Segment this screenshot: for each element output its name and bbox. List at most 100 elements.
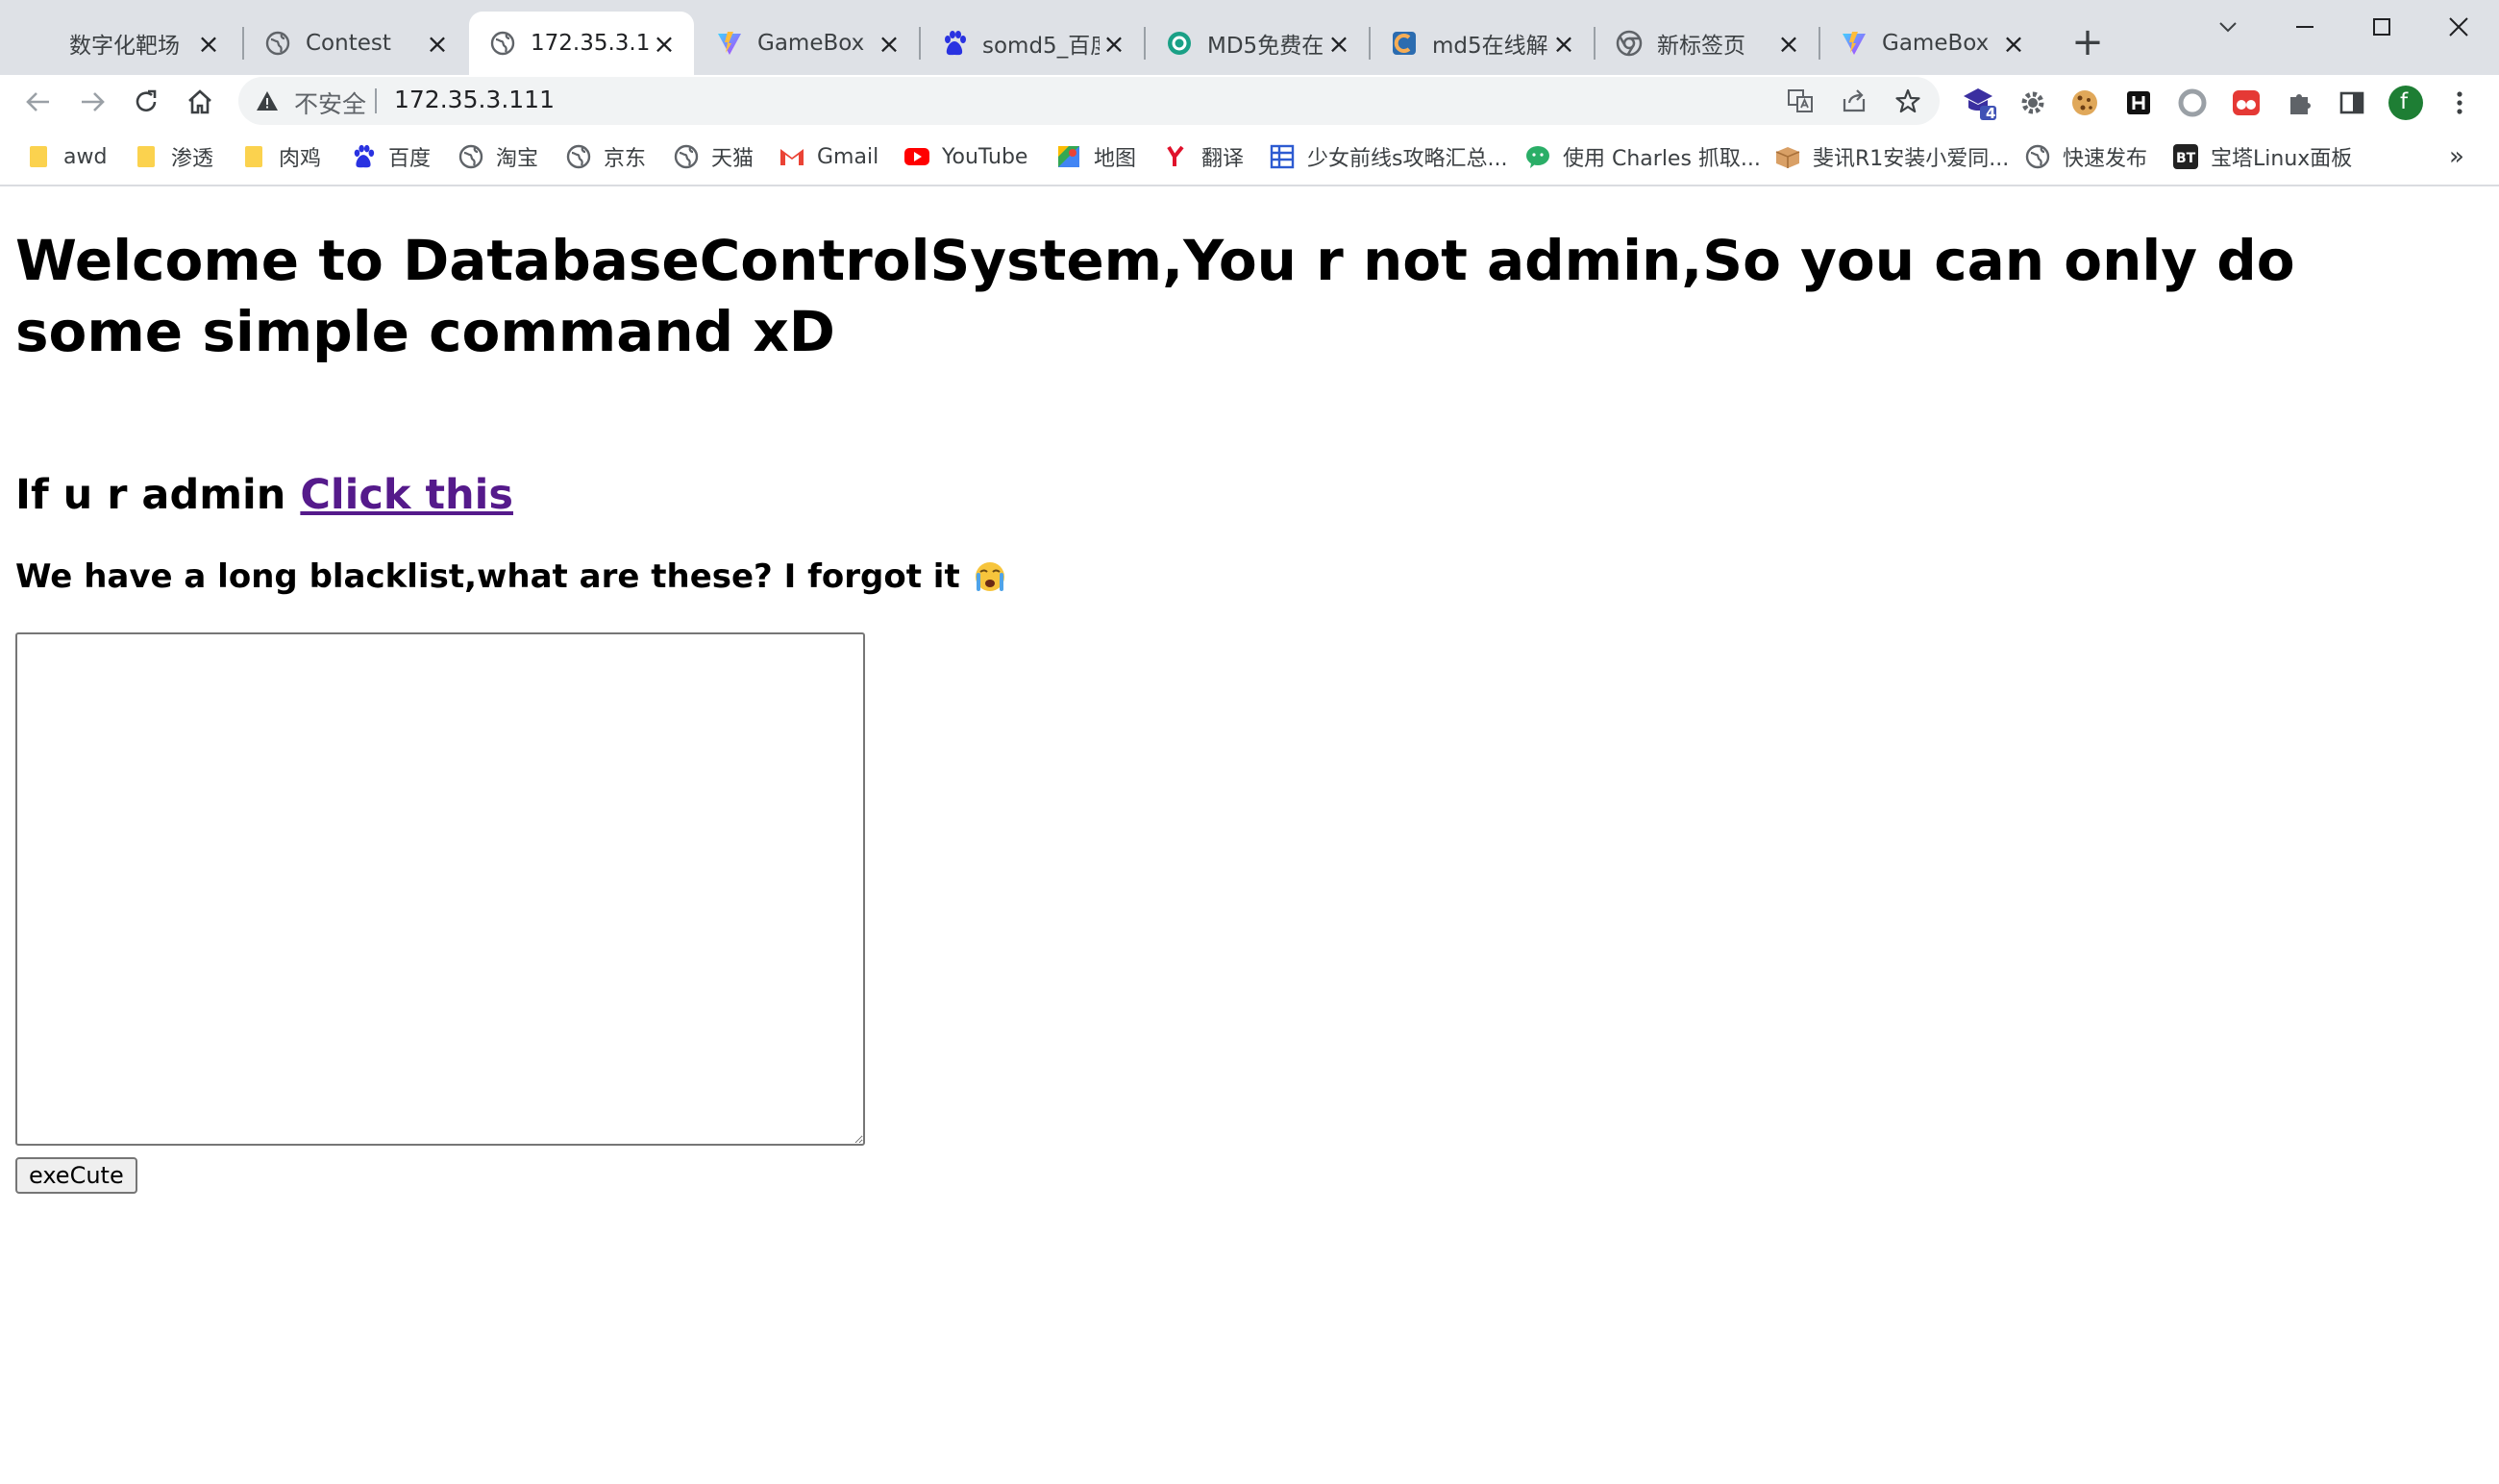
new-tab-button[interactable]: + bbox=[2066, 20, 2109, 64]
youtube-icon bbox=[903, 143, 930, 170]
bookmark-label: 快速发布 bbox=[2063, 147, 2148, 171]
home-icon bbox=[188, 89, 211, 114]
bookmark-baidu[interactable]: 百度 bbox=[350, 140, 431, 173]
minimize-icon bbox=[2296, 26, 2313, 28]
bookmark-girls-frontline[interactable]: 少女前线s攻略汇总... bbox=[1269, 140, 1507, 173]
extension-red-icon[interactable] bbox=[2228, 85, 2264, 121]
bookmark-label: 百度 bbox=[388, 147, 432, 171]
close-icon[interactable]: × bbox=[650, 28, 679, 60]
tab-new-tab[interactable]: 新标签页 × bbox=[1596, 12, 1819, 75]
bookmarks-bar: awd 渗透 肉鸡 百度 淘宝 京东 天猫 Gmail YouTube 地图 翻… bbox=[0, 129, 2499, 186]
bookmark-folder-awd[interactable]: awd bbox=[25, 140, 107, 173]
globe-icon bbox=[263, 29, 292, 58]
blacklist-note: We have a long blacklist,what are these?… bbox=[15, 557, 1006, 596]
bookmark-folder-zombie[interactable]: 肉鸡 bbox=[240, 140, 321, 173]
close-icon[interactable]: × bbox=[423, 28, 452, 60]
close-icon[interactable]: × bbox=[194, 28, 223, 60]
baidu-paw-icon bbox=[940, 29, 969, 58]
browser-toolbar: 不安全 172.35.3.111 4 f bbox=[0, 75, 2499, 129]
globe-icon bbox=[565, 143, 592, 170]
execute-button[interactable]: exeCute bbox=[15, 1157, 137, 1194]
admin-prompt: If u r admin Click this bbox=[15, 471, 513, 519]
extension-hackbar-icon[interactable]: 4 bbox=[1961, 85, 1997, 122]
menu-kebab-icon[interactable] bbox=[2441, 85, 2478, 121]
tab-title: MD5免费在线 bbox=[1207, 34, 1324, 59]
url-text[interactable]: 172.35.3.111 bbox=[394, 86, 555, 113]
tab-gamebox-2[interactable]: GameBox × bbox=[1820, 12, 2043, 75]
share-icon[interactable] bbox=[1836, 83, 1872, 119]
bookmark-phicomm-r1[interactable]: 斐讯R1安装小爱同... bbox=[1774, 140, 2009, 173]
extension-h-icon[interactable] bbox=[2120, 85, 2157, 121]
tab-md5-decrypt[interactable]: md5在线解密 × bbox=[1371, 12, 1594, 75]
bookmark-gmail[interactable]: Gmail bbox=[779, 140, 878, 173]
tab-gamebox[interactable]: GameBox × bbox=[696, 12, 919, 75]
tab-current-ip[interactable]: 172.35.3.111 × bbox=[469, 12, 694, 75]
address-bar[interactable]: 不安全 172.35.3.111 bbox=[238, 77, 1940, 125]
tab-title: GameBox bbox=[757, 31, 865, 56]
side-panel-icon[interactable] bbox=[2334, 85, 2370, 121]
close-icon[interactable]: × bbox=[875, 28, 903, 60]
tab-title: 数字化靶场 bbox=[69, 34, 180, 59]
bookmark-label: 斐讯R1安装小爱同... bbox=[1813, 147, 2010, 171]
translate-icon[interactable] bbox=[1782, 83, 1819, 119]
bookmark-label: 地图 bbox=[1094, 147, 1137, 171]
reload-button[interactable] bbox=[125, 81, 167, 123]
profile-avatar[interactable]: f bbox=[2388, 85, 2424, 121]
close-icon[interactable]: × bbox=[1100, 28, 1128, 60]
bookmark-taobao[interactable]: 淘宝 bbox=[458, 140, 538, 173]
svg-text:BT: BT bbox=[2176, 151, 2196, 166]
close-icon[interactable]: × bbox=[1549, 28, 1578, 60]
bookmark-bt-panel[interactable]: BT 宝塔Linux面板 bbox=[2172, 140, 2352, 173]
window-close-button[interactable] bbox=[2420, 0, 2497, 54]
bookmark-quick-publish[interactable]: 快速发布 bbox=[2024, 140, 2147, 173]
bookmark-translate[interactable]: 翻译 bbox=[1163, 140, 1244, 173]
box-icon bbox=[1774, 143, 1801, 170]
close-icon[interactable]: × bbox=[1324, 28, 1353, 60]
warning-icon[interactable] bbox=[256, 89, 279, 112]
admin-link[interactable]: Click this bbox=[300, 471, 513, 519]
admin-prompt-text: If u r admin bbox=[15, 471, 301, 519]
command-textarea[interactable] bbox=[15, 632, 865, 1146]
close-icon[interactable]: × bbox=[1999, 28, 2028, 60]
tab-title: 新标签页 bbox=[1657, 34, 1745, 59]
home-button[interactable] bbox=[179, 81, 221, 123]
tab-search-button[interactable] bbox=[2190, 0, 2266, 54]
bookmark-jd[interactable]: 京东 bbox=[565, 140, 646, 173]
bookmark-tmall[interactable]: 天猫 bbox=[673, 140, 754, 173]
bookmarks-overflow-chevron-icon[interactable]: » bbox=[2449, 142, 2464, 171]
translate-y-icon bbox=[1163, 143, 1190, 170]
bookmark-youtube[interactable]: YouTube bbox=[903, 140, 1027, 173]
bookmark-maps[interactable]: 地图 bbox=[1055, 140, 1136, 173]
tab-strip: 数字化靶场 × Contest × 172.35.3.111 × GameBox… bbox=[0, 0, 2499, 75]
bookmark-label: awd bbox=[63, 144, 108, 169]
bookmark-folder-pentest[interactable]: 渗透 bbox=[133, 140, 213, 173]
security-status-label[interactable]: 不安全 bbox=[294, 86, 366, 120]
star-icon[interactable] bbox=[1890, 83, 1926, 119]
maximize-button[interactable] bbox=[2343, 0, 2420, 54]
tab-range[interactable]: 数字化靶场 × bbox=[50, 12, 238, 75]
close-icon[interactable]: × bbox=[1774, 28, 1803, 60]
bookmark-label: 使用 Charles 抓取... bbox=[1563, 147, 1761, 171]
bookmark-label: 渗透 bbox=[171, 147, 214, 171]
tab-title: md5在线解密 bbox=[1432, 34, 1549, 59]
bookmark-charles[interactable]: 使用 Charles 抓取... bbox=[1524, 140, 1761, 173]
bt-icon: BT bbox=[2172, 143, 2199, 170]
page-title: Welcome to DatabaseControlSystem,You r n… bbox=[15, 228, 2295, 364]
bookmark-label: 肉鸡 bbox=[279, 147, 322, 171]
forward-button[interactable] bbox=[71, 81, 113, 123]
address-divider bbox=[375, 88, 377, 113]
tab-contest[interactable]: Contest × bbox=[244, 12, 467, 75]
tab-somd5-baidu[interactable]: somd5_百度 × bbox=[921, 12, 1144, 75]
extension-gear-icon[interactable] bbox=[2015, 85, 2051, 121]
extensions-puzzle-icon[interactable] bbox=[2282, 85, 2318, 121]
back-button[interactable] bbox=[17, 81, 60, 123]
tab-md5-free[interactable]: MD5免费在线 × bbox=[1146, 12, 1369, 75]
minimize-button[interactable] bbox=[2266, 0, 2343, 54]
cookie-icon[interactable] bbox=[2066, 85, 2103, 121]
extension-circle-icon[interactable] bbox=[2174, 85, 2211, 121]
globe-icon bbox=[488, 29, 517, 58]
arrow-right-icon bbox=[82, 92, 105, 111]
bookmark-label: YouTube bbox=[942, 144, 1028, 169]
folder-icon bbox=[25, 143, 52, 170]
wechat-icon bbox=[1524, 143, 1551, 170]
